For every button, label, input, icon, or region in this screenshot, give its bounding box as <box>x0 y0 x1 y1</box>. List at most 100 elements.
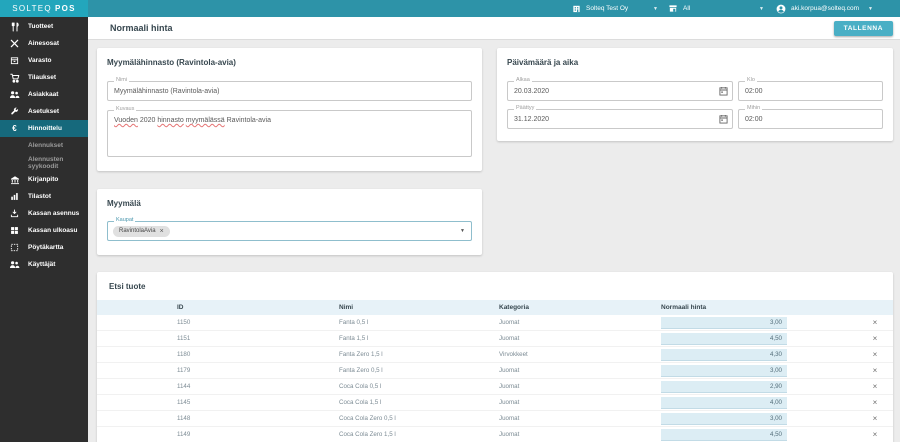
column-header-kategoria: Kategoria <box>499 304 661 311</box>
cell-id: 1148 <box>97 415 339 422</box>
end-time-value: 02:00 <box>739 110 882 128</box>
cell-id: 1149 <box>97 431 339 438</box>
sidebar-item-tilastot[interactable]: Tilastot <box>0 188 88 205</box>
sidebar-item-tuotteet[interactable]: Tuotteet <box>0 18 88 35</box>
sidebar-item-kassan-asennus[interactable]: Kassan asennus <box>0 205 88 222</box>
sidebar-item-ainesosat[interactable]: Ainesosat <box>0 35 88 52</box>
remove-row-icon[interactable]: × <box>857 398 893 407</box>
pricelist-card-title: Myymälähinnasto (Ravintola-avia) <box>107 58 472 67</box>
table-map-icon <box>8 243 21 252</box>
company-icon <box>572 4 581 13</box>
sidebar-item-alennukset[interactable]: Alennukset <box>0 137 88 154</box>
sidebar-item-poytakartta[interactable]: Pöytäkartta <box>0 239 88 256</box>
start-time-value: 02:00 <box>739 82 882 100</box>
cell-kategoria: Juomat <box>499 431 661 438</box>
cell-id: 1180 <box>97 351 339 358</box>
remove-row-icon[interactable]: × <box>857 382 893 391</box>
price-input[interactable]: 4,00 <box>661 397 787 409</box>
company-dropdown[interactable]: Solteq Test Oy ▼ <box>572 4 668 13</box>
datetime-card: Päivämäärä ja aika Alkaa 20.03.2020 Klo … <box>497 48 893 141</box>
description-field[interactable]: Kuvaus Vuoden 2020 hinnasto myymälässä R… <box>107 110 472 157</box>
cell-id: 1145 <box>97 399 339 406</box>
cell-id: 1144 <box>97 383 339 390</box>
table-row: 1149 Coca Cola Zero 1,5 l Juomat 4,50 × <box>97 427 893 442</box>
store-chip: RavintolaAvia × <box>113 226 170 237</box>
cell-id: 1179 <box>97 367 339 374</box>
sidebar-item-label: Tuotteet <box>28 23 53 30</box>
user-email: aki.korpua@solteq.com <box>791 5 859 12</box>
sidebar-item-hinnoittelu[interactable]: € Hinnoittelu <box>0 120 88 137</box>
remove-row-icon[interactable]: × <box>857 334 893 343</box>
description-field-value: Vuoden 2020 hinnasto myymälässä Ravintol… <box>108 111 471 129</box>
company-name: Solteq Test Oy <box>586 5 628 12</box>
sidebar-item-asiakkaat[interactable]: Asiakkaat <box>0 86 88 103</box>
logo-suffix: POS <box>55 4 76 13</box>
end-date-value: 31.12.2020 <box>508 110 732 128</box>
name-field-value: Myymälähinnasto (Ravintola-avia) <box>108 82 471 100</box>
column-header-id: ID <box>97 304 339 311</box>
sidebar-item-label: Hinnoittelu <box>28 125 62 132</box>
sidebar-item-label: Tilaukset <box>28 74 56 81</box>
table-row: 1145 Coca Cola 1,5 l Juomat 4,00 × <box>97 395 893 411</box>
sidebar-item-alennusten-syykoodit[interactable]: Alennusten syykoodit <box>0 154 88 171</box>
chevron-down-icon: ▼ <box>759 6 764 12</box>
start-date-value: 20.03.2020 <box>508 82 732 100</box>
remove-row-icon[interactable]: × <box>857 414 893 423</box>
price-input[interactable]: 3,00 <box>661 413 787 425</box>
cell-nimi: Fanta 1,5 l <box>339 335 499 342</box>
store-filter-dropdown[interactable]: All ▼ <box>668 4 776 13</box>
price-input[interactable]: 4,50 <box>661 333 787 345</box>
remove-row-icon[interactable]: × <box>857 350 893 359</box>
end-time-field[interactable]: Mihin 02:00 <box>738 109 883 129</box>
sidebar-item-asetukset[interactable]: Asetukset <box>0 103 88 120</box>
calendar-icon[interactable] <box>719 114 728 124</box>
sidebar-item-label: Varasto <box>28 57 52 64</box>
cell-nimi: Coca Cola 1,5 l <box>339 399 499 406</box>
stores-select-label: Kaupat <box>114 218 135 224</box>
store-filter-value: All <box>683 5 690 12</box>
cell-nimi: Coca Cola Zero 1,5 l <box>339 431 499 438</box>
start-date-field[interactable]: Alkaa 20.03.2020 <box>507 81 733 101</box>
end-date-field[interactable]: Päättyy 31.12.2020 <box>507 109 733 129</box>
cell-nimi: Fanta 0,5 l <box>339 319 499 326</box>
price-input[interactable]: 4,50 <box>661 429 787 441</box>
product-table-title: Etsi tuote <box>97 272 893 300</box>
cell-kategoria: Juomat <box>499 319 661 326</box>
start-time-field[interactable]: Klo 02:00 <box>738 81 883 101</box>
sidebar-item-tilaukset[interactable]: Tilaukset <box>0 69 88 86</box>
price-input[interactable]: 4,30 <box>661 349 787 361</box>
name-field[interactable]: Nimi Myymälähinnasto (Ravintola-avia) <box>107 81 472 101</box>
top-bar: SOLTEQPOS Solteq Test Oy ▼ All ▼ aki.kor… <box>0 0 900 17</box>
cell-nimi: Fanta Zero 0,5 l <box>339 367 499 374</box>
sidebar-item-kayttajat[interactable]: Käyttäjät <box>0 256 88 273</box>
cell-kategoria: Juomat <box>499 383 661 390</box>
table-row: 1148 Coca Cola Zero 0,5 l Juomat 3,00 × <box>97 411 893 427</box>
sidebar-item-label: Alennukset <box>28 142 63 149</box>
user-menu[interactable]: aki.korpua@solteq.com ▼ <box>776 4 894 14</box>
calendar-icon[interactable] <box>719 86 728 96</box>
sidebar-item-label: Alennusten syykoodit <box>28 156 88 170</box>
chip-remove-icon[interactable]: × <box>160 228 164 235</box>
price-input[interactable]: 3,00 <box>661 317 787 329</box>
save-button[interactable]: TALLENNA <box>834 21 893 36</box>
user-avatar-icon <box>776 4 786 14</box>
logo-text: SOLTEQ <box>12 4 52 13</box>
sidebar-item-varasto[interactable]: Varasto <box>0 52 88 69</box>
sidebar-nav: Tuotteet Ainesosat Varasto Tilaukset Asi… <box>0 17 88 442</box>
remove-row-icon[interactable]: × <box>857 318 893 327</box>
remove-row-icon[interactable]: × <box>857 366 893 375</box>
sidebar-item-kirjanpito[interactable]: Kirjanpito <box>0 171 88 188</box>
cell-id: 1150 <box>97 319 339 326</box>
price-input[interactable]: 3,00 <box>661 365 787 377</box>
stores-select[interactable]: Kaupat RavintolaAvia × ▼ <box>107 221 472 241</box>
sidebar-item-kassan-ulkoasu[interactable]: Kassan ulkoasu <box>0 222 88 239</box>
price-input[interactable]: 2,90 <box>661 381 787 393</box>
remove-row-icon[interactable]: × <box>857 430 893 439</box>
start-time-label: Klo <box>745 78 757 84</box>
sidebar-item-label: Asiakkaat <box>28 91 58 98</box>
sidebar-item-label: Kassan ulkoasu <box>28 227 78 234</box>
chevron-down-icon: ▼ <box>653 6 658 12</box>
cell-kategoria: Juomat <box>499 415 661 422</box>
cell-nimi: Fanta Zero 1,5 l <box>339 351 499 358</box>
cell-kategoria: Virvokkeet <box>499 351 661 358</box>
